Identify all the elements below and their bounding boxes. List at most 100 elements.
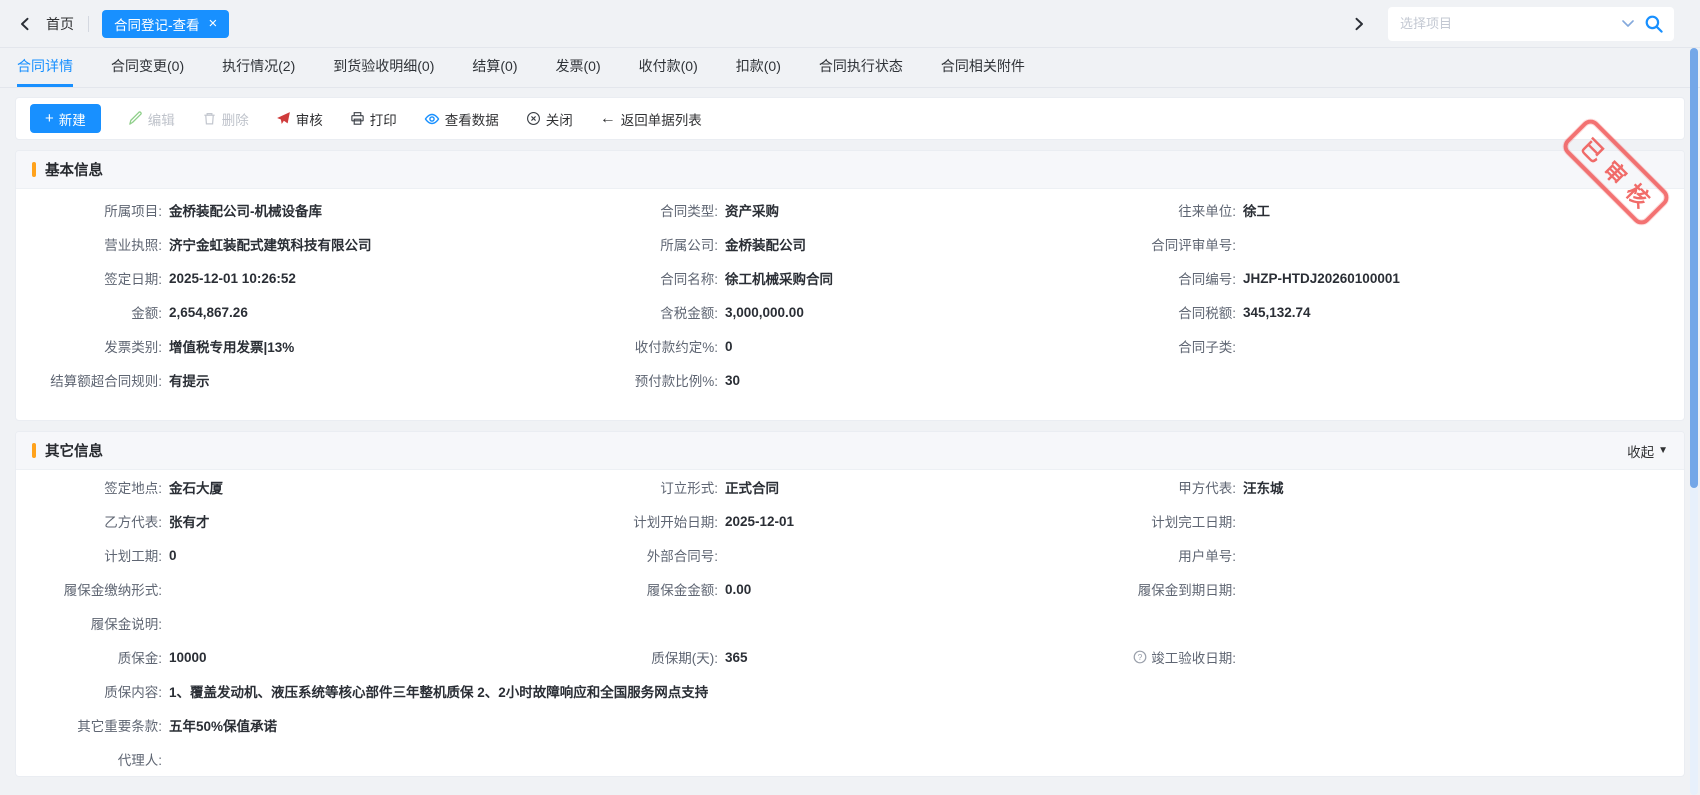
tab-execution-status[interactable]: 执行情况(2) [203, 47, 314, 87]
field-row: 履保金说明: [16, 606, 1684, 640]
field-row: 质保内容:1、覆盖发动机、液压系统等核心部件三年整机质保 2、2小时故障响应和全… [16, 674, 1684, 708]
field-plan-duration: 计划工期:0 [16, 538, 572, 572]
search-icon[interactable] [1644, 14, 1664, 34]
close-tab-icon[interactable]: × [209, 16, 218, 31]
field-empty [1128, 363, 1684, 397]
delete-button[interactable]: 删除 [202, 109, 249, 129]
field-contract-type: 合同类型:资产采购 [572, 193, 1128, 227]
field-prepay-ratio: 预付款比例%:30 [572, 363, 1128, 397]
trash-icon [202, 111, 217, 126]
other-info-header: 其它信息 收起 ▼ [16, 432, 1684, 470]
section-marker [32, 443, 36, 458]
field-external-contract-no: 外部合同号: [572, 538, 1128, 572]
field-sign-date: 签定日期:2025-12-01 10:26:52 [16, 261, 572, 295]
scrollbar-thumb[interactable] [1690, 48, 1698, 488]
field-empty [1128, 606, 1684, 640]
content-area: + 新建 编辑 删除 审核 打印 查看数据 关闭 ← 返回单据列表 [0, 88, 1700, 777]
field-form-of-contract: 订立形式:正式合同 [572, 470, 1128, 504]
field-tax-amount: 合同税额:345,132.74 [1128, 295, 1684, 329]
top-bar: 首页 合同登记-查看 × [0, 0, 1700, 48]
pencil-icon [128, 111, 143, 126]
basic-info-section: 基本信息 所属项目:金桥装配公司-机械设备库 合同类型:资产采购 往来单位:徐工… [15, 150, 1685, 421]
nav-forward-button[interactable] [1346, 11, 1372, 37]
field-contract-no: 合同编号:JHZP-HTDJ20260100001 [1128, 261, 1684, 295]
field-row: 营业执照:济宁金虹装配式建筑科技有限公司 所属公司:金桥装配公司 合同评审单号: [16, 227, 1684, 261]
send-icon [276, 111, 291, 126]
print-button[interactable]: 打印 [350, 109, 397, 129]
basic-info-body: 所属项目:金桥装配公司-机械设备库 合同类型:资产采购 往来单位:徐工 营业执照… [16, 189, 1684, 420]
field-bond-due-date: 履保金到期日期: [1128, 572, 1684, 606]
eye-icon [424, 111, 440, 127]
field-row: 签定地点:金石大厦 订立形式:正式合同 甲方代表:汪东城 [16, 470, 1684, 504]
new-button[interactable]: + 新建 [30, 104, 101, 133]
field-empty [572, 742, 1128, 776]
tab-deductions[interactable]: 扣款(0) [717, 47, 800, 87]
home-tab[interactable]: 首页 [46, 14, 74, 34]
field-other-important-terms: 其它重要条款:五年50%保值承诺 [16, 708, 1684, 742]
field-empty [572, 606, 1128, 640]
nav-back-button[interactable] [12, 11, 38, 37]
tab-payments[interactable]: 收付款(0) [620, 47, 717, 87]
tab-contract-changes[interactable]: 合同变更(0) [92, 47, 203, 87]
field-agent: 代理人: [16, 742, 572, 776]
back-to-list-button[interactable]: ← 返回单据列表 [600, 109, 702, 129]
close-button[interactable]: 关闭 [526, 109, 573, 129]
field-payment-agreement: 收付款约定%:0 [572, 329, 1128, 363]
question-circle-icon: ? [1133, 650, 1147, 664]
triangle-down-icon: ▼ [1658, 446, 1668, 456]
section-title: 其它信息 [45, 440, 103, 461]
tab-contract-exec-state[interactable]: 合同执行状态 [800, 47, 922, 87]
other-info-section: 其它信息 收起 ▼ 签定地点:金石大厦 订立形式:正式合同 甲方代表:汪东城 乙… [15, 431, 1685, 777]
section-title: 基本信息 [45, 159, 103, 180]
chevron-right-icon [1352, 17, 1366, 31]
field-row: 其它重要条款:五年50%保值承诺 [16, 708, 1684, 742]
tab-divider [88, 16, 89, 32]
field-row: 计划工期:0 外部合同号: 用户单号: [16, 538, 1684, 572]
field-company: 所属公司:金桥装配公司 [572, 227, 1128, 261]
circle-x-icon [526, 111, 541, 126]
chevron-down-icon[interactable] [1622, 20, 1634, 28]
field-warranty-days: 质保期(天):365 [572, 640, 1128, 674]
tab-contract-attachments[interactable]: 合同相关附件 [922, 47, 1044, 87]
detail-tab-bar: 合同详情 合同变更(0) 执行情况(2) 到货验收明细(0) 结算(0) 发票(… [0, 48, 1700, 88]
field-row: 所属项目:金桥装配公司-机械设备库 合同类型:资产采购 往来单位:徐工 [16, 193, 1684, 227]
field-party-b-rep: 乙方代表:张有才 [16, 504, 572, 538]
field-row: 金额:2,654,867.26 含税金额:3,000,000.00 合同税额:3… [16, 295, 1684, 329]
field-project: 所属项目:金桥装配公司-机械设备库 [16, 193, 572, 227]
plus-icon: + [45, 111, 54, 126]
tab-settlement[interactable]: 结算(0) [453, 47, 536, 87]
project-select-input[interactable] [1400, 16, 1612, 31]
field-row: 代理人: [16, 742, 1684, 776]
field-empty [1128, 742, 1684, 776]
section-marker [32, 162, 36, 177]
audit-button[interactable]: 审核 [276, 109, 323, 129]
edit-button[interactable]: 编辑 [128, 109, 175, 129]
active-document-tab-label: 合同登记-查看 [114, 14, 200, 34]
view-data-button[interactable]: 查看数据 [424, 109, 499, 129]
tab-arrival-acceptance[interactable]: 到货验收明细(0) [314, 47, 453, 87]
field-contract-name: 合同名称:徐工机械采购合同 [572, 261, 1128, 295]
field-business-license: 营业执照:济宁金虹装配式建筑科技有限公司 [16, 227, 572, 261]
field-plan-start-date: 计划开始日期:2025-12-01 [572, 504, 1128, 538]
action-toolbar: + 新建 编辑 删除 审核 打印 查看数据 关闭 ← 返回单据列表 [15, 97, 1685, 140]
active-document-tab[interactable]: 合同登记-查看 × [102, 10, 229, 38]
field-invoice-category: 发票类别:增值税专用发票|13% [16, 329, 572, 363]
arrow-left-icon: ← [600, 111, 616, 127]
field-row: 履保金缴纳形式: 履保金金额:0.00 履保金到期日期: [16, 572, 1684, 606]
field-row: 签定日期:2025-12-01 10:26:52 合同名称:徐工机械采购合同 合… [16, 261, 1684, 295]
field-sign-place: 签定地点:金石大厦 [16, 470, 572, 504]
field-bond-amount: 履保金金额:0.00 [572, 572, 1128, 606]
tab-contract-details[interactable]: 合同详情 [17, 47, 92, 87]
field-bond-payment-form: 履保金缴纳形式: [16, 572, 572, 606]
field-party-a-rep: 甲方代表:汪东城 [1128, 470, 1684, 504]
tab-invoice[interactable]: 发票(0) [537, 47, 620, 87]
project-select-search[interactable] [1388, 7, 1674, 41]
field-row: 质保金:10000 质保期(天):365 ? 竣工验收日期: [16, 640, 1684, 674]
field-amount-with-tax: 含税金额:3,000,000.00 [572, 295, 1128, 329]
chevron-left-icon [18, 17, 32, 31]
field-review-no: 合同评审单号: [1128, 227, 1684, 261]
field-row: 乙方代表:张有才 计划开始日期:2025-12-01 计划完工日期: [16, 504, 1684, 538]
collapse-toggle[interactable]: 收起 ▼ [1627, 441, 1668, 461]
field-plan-finish-date: 计划完工日期: [1128, 504, 1684, 538]
page-scrollbar[interactable] [1690, 48, 1698, 795]
